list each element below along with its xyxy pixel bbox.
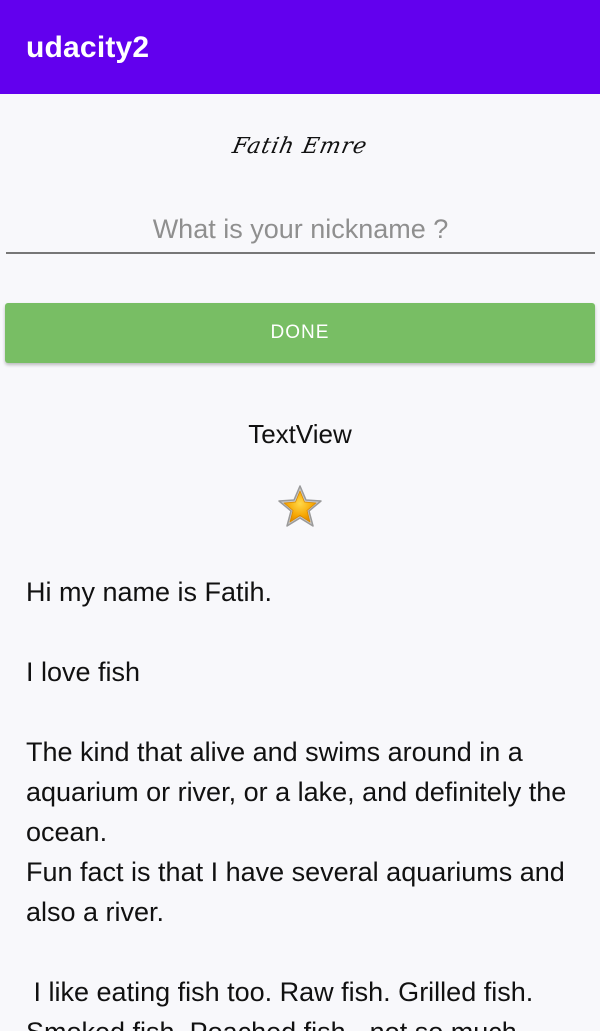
bio-text: Hi my name is Fatih. I love fish The kin… [26, 577, 567, 1031]
nickname-text: TextView [248, 419, 352, 449]
app-bar: udacity2 [0, 0, 600, 94]
nickname-input[interactable] [6, 206, 595, 252]
nickname-field[interactable] [6, 206, 595, 254]
done-button[interactable]: DONE [5, 303, 595, 363]
main-content: Fatih Emre DONE TextView Hi my name is F… [0, 94, 600, 1031]
star-icon [278, 485, 322, 527]
name-signature: Fatih Emre [230, 134, 370, 159]
app-title: udacity2 [26, 31, 150, 64]
